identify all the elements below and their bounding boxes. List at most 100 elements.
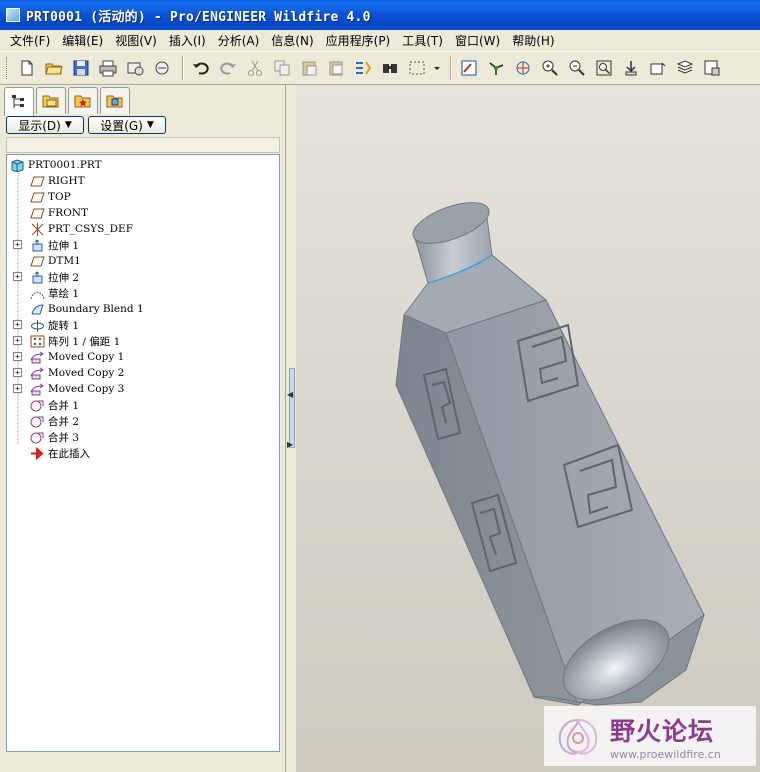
tree-item-merge-1[interactable]: 合并 1	[29, 397, 79, 413]
redo-icon[interactable]	[216, 56, 240, 80]
tree-item-insert-here[interactable]: 在此插入	[29, 445, 90, 461]
menu-info[interactable]: 信息(N)	[265, 32, 319, 49]
send-icon[interactable]	[123, 56, 147, 80]
graphics-window[interactable]: 野火论坛 www.proewildfire.cn	[296, 85, 760, 772]
connections-icon	[106, 95, 123, 108]
tree-item-dtm1[interactable]: DTM1	[29, 253, 81, 269]
window-title: PRT0001 (活动的) - Pro/ENGINEER Wildfire 4.…	[26, 9, 371, 25]
title-bar[interactable]: PRT0001 (活动的) - Pro/ENGINEER Wildfire 4.…	[0, 0, 760, 30]
toolbar-grip[interactable]	[6, 57, 9, 79]
view-manager-icon[interactable]	[700, 56, 724, 80]
tree-item-merge-3[interactable]: 合并 3	[29, 429, 79, 445]
tree-item-label: Moved Copy 3	[48, 383, 125, 395]
tree-item-pattern-1[interactable]: + 阵列 1 / 偏距 1	[13, 333, 121, 349]
collapse-left-icon[interactable]: ◀	[287, 390, 293, 399]
datum-plane-icon	[29, 174, 45, 188]
tree-item-front[interactable]: FRONT	[29, 205, 88, 221]
menu-edit[interactable]: 编辑(E)	[56, 32, 109, 49]
tree-item-label: FRONT	[48, 207, 88, 219]
tree-item-extrude-2[interactable]: + 拉伸 2	[13, 269, 80, 285]
menu-analysis[interactable]: 分析(A)	[212, 32, 266, 49]
insert-here-icon	[29, 446, 45, 460]
tree-item-label: 阵列 1 / 偏距 1	[48, 335, 121, 348]
tree-item-moved-copy-3[interactable]: + Moved Copy 3	[13, 381, 125, 397]
extrude-icon	[29, 238, 45, 252]
tree-item-label: Moved Copy 2	[48, 367, 125, 379]
tree-item-label: Boundary Blend 1	[48, 303, 144, 315]
tab-connections[interactable]	[100, 87, 130, 114]
expand-right-icon[interactable]: ▶	[287, 440, 293, 449]
reorient-icon[interactable]	[619, 56, 643, 80]
email-icon[interactable]	[150, 56, 174, 80]
menu-help[interactable]: 帮助(H)	[506, 32, 560, 49]
regenerate-icon[interactable]	[351, 56, 375, 80]
settings-dropdown-label: 设置(G)	[100, 118, 143, 133]
saved-views-icon[interactable]	[646, 56, 670, 80]
expand-toggle[interactable]: +	[13, 368, 22, 377]
part-icon	[9, 158, 25, 172]
repaint-icon[interactable]	[457, 56, 481, 80]
paste-special-icon[interactable]	[324, 56, 348, 80]
tree-item-extrude-1[interactable]: + 拉伸 1	[13, 237, 80, 253]
part-model[interactable]	[296, 85, 760, 772]
expand-toggle[interactable]: +	[13, 240, 22, 249]
tree-item-moved-copy-1[interactable]: + Moved Copy 1	[13, 349, 124, 365]
expand-toggle[interactable]: +	[13, 336, 22, 345]
tree-item-label: 合并 1	[48, 399, 80, 412]
tab-favorites[interactable]	[68, 87, 98, 114]
main-toolbar	[0, 51, 760, 85]
open-icon[interactable]	[42, 56, 66, 80]
print-icon[interactable]	[96, 56, 120, 80]
tree-item-label: 拉伸 1	[48, 239, 80, 252]
chevron-down-icon[interactable]	[432, 56, 442, 80]
tree-item-top[interactable]: TOP	[29, 189, 71, 205]
menu-view[interactable]: 视图(V)	[109, 32, 163, 49]
tree-item-revolve-1[interactable]: + 旋转 1	[13, 317, 79, 333]
forum-watermark: 野火论坛 www.proewildfire.cn	[544, 706, 756, 766]
paste-icon[interactable]	[297, 56, 321, 80]
tree-root[interactable]: PRT0001.PRT	[9, 157, 102, 173]
splitter-handle[interactable]	[289, 368, 295, 448]
expand-toggle[interactable]: +	[13, 320, 22, 329]
favorites-icon	[74, 95, 91, 108]
new-icon[interactable]	[15, 56, 39, 80]
select-box-icon[interactable]	[405, 56, 429, 80]
show-dropdown[interactable]: 显示(D) ▼	[6, 116, 84, 134]
moved-copy-icon	[29, 350, 45, 364]
layers-icon[interactable]	[673, 56, 697, 80]
undo-icon[interactable]	[189, 56, 213, 80]
cut-icon[interactable]	[243, 56, 267, 80]
model-tree-icon	[12, 95, 24, 108]
menu-file[interactable]: 文件(F)	[4, 32, 56, 49]
tree-item-boundary-blend[interactable]: Boundary Blend 1	[29, 301, 144, 317]
tree-item-right[interactable]: RIGHT	[29, 173, 85, 189]
menu-insert[interactable]: 插入(I)	[163, 32, 212, 49]
tab-folder-browser[interactable]	[36, 87, 66, 114]
extrude-icon	[29, 270, 45, 284]
menu-tools[interactable]: 工具(T)	[396, 32, 449, 49]
tree-header-strip	[6, 137, 280, 153]
zoom-out-icon[interactable]	[565, 56, 589, 80]
menu-window[interactable]: 窗口(W)	[449, 32, 506, 49]
expand-toggle[interactable]: +	[13, 272, 22, 281]
tab-model-tree[interactable]	[4, 87, 34, 116]
tree-item-csys[interactable]: PRT_CSYS_DEF	[29, 221, 133, 237]
revolve-icon	[29, 318, 45, 332]
tree-item-sketch-1[interactable]: 草绘 1	[29, 285, 79, 301]
zoom-in-icon[interactable]	[538, 56, 562, 80]
panel-splitter[interactable]: ◀ ▶	[285, 85, 295, 772]
save-icon[interactable]	[69, 56, 93, 80]
tree-item-label: 拉伸 2	[48, 271, 80, 284]
find-icon[interactable]	[378, 56, 402, 80]
expand-toggle[interactable]: +	[13, 384, 22, 393]
datum-plane-icon	[29, 206, 45, 220]
orient-icon[interactable]	[511, 56, 535, 80]
spin-center-icon[interactable]	[484, 56, 508, 80]
tree-item-merge-2[interactable]: 合并 2	[29, 413, 79, 429]
refit-icon[interactable]	[592, 56, 616, 80]
settings-dropdown[interactable]: 设置(G) ▼	[88, 116, 166, 134]
tree-item-moved-copy-2[interactable]: + Moved Copy 2	[13, 365, 125, 381]
copy-icon[interactable]	[270, 56, 294, 80]
menu-applications[interactable]: 应用程序(P)	[320, 32, 397, 49]
expand-toggle[interactable]: +	[13, 352, 22, 361]
